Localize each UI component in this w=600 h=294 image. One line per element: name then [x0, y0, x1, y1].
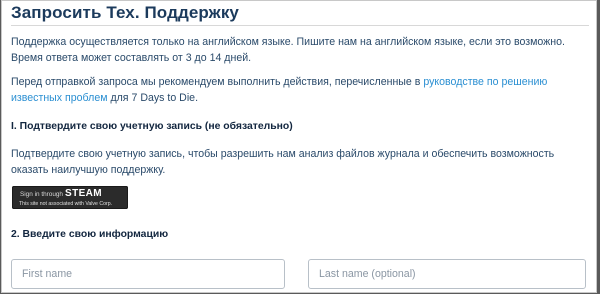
steam-sign-in-text: Sign in through: [20, 191, 63, 198]
step1-heading: I. Подтвердите свою учетную запись (не о…: [11, 121, 293, 132]
support-request-panel: Запросить Тех. Поддержку Поддержка осуще…: [1, 0, 597, 293]
steam-sign-in-label: Sign in through STEAM: [20, 188, 102, 199]
recommendation-text-before: Перед отправкой запроса мы рекомендуем в…: [11, 76, 424, 88]
steam-disclaimer: This site not associated with Valve Corp…: [19, 201, 113, 207]
first-name-input[interactable]: [11, 259, 285, 289]
step1-description: Подтвердите свою учетную запись, чтобы р…: [11, 148, 555, 176]
last-name-input[interactable]: [308, 259, 586, 289]
steam-sign-in-button[interactable]: Sign in through STEAM This site not assoc…: [12, 186, 128, 209]
step2-heading: 2. Введите свою информацию: [11, 229, 169, 240]
page-title: Запросить Тех. Поддержку: [11, 3, 239, 22]
recommendation-text: Перед отправкой запроса мы рекомендуем в…: [11, 74, 593, 106]
steam-logo-text: STEAM: [65, 188, 102, 199]
recommendation-text-after: для 7 Days to Die.: [107, 92, 199, 104]
title-divider: [11, 25, 589, 26]
intro-text: Поддержка осуществляется только на англи…: [11, 36, 565, 64]
